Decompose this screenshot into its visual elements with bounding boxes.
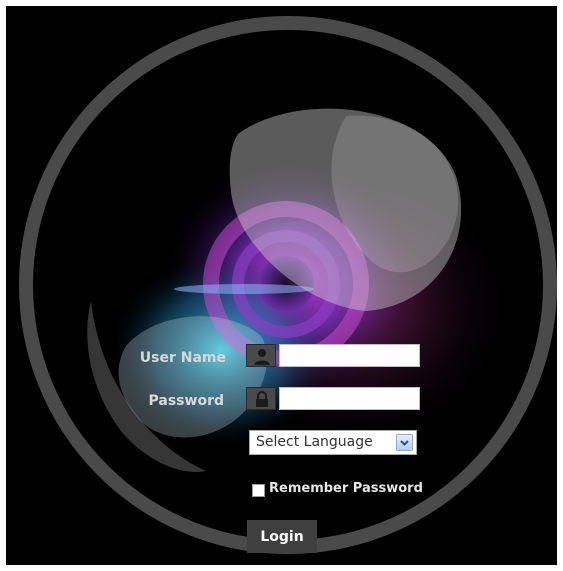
password-input[interactable] (279, 387, 420, 410)
remember-password-label[interactable]: Remember Password (269, 481, 423, 496)
user-icon (246, 344, 276, 367)
remember-password-checkbox[interactable] (252, 484, 265, 497)
password-label: Password (148, 393, 224, 409)
lock-icon (246, 387, 276, 410)
language-select-value: Select Language (256, 434, 373, 450)
username-label: User Name (139, 350, 226, 366)
language-select[interactable]: Select Language (249, 430, 417, 455)
chevron-down-icon[interactable] (396, 434, 413, 451)
login-screen: User Name Password Select Language Remem… (6, 6, 557, 565)
login-button[interactable]: Login (247, 520, 317, 553)
username-input[interactable] (279, 344, 420, 367)
